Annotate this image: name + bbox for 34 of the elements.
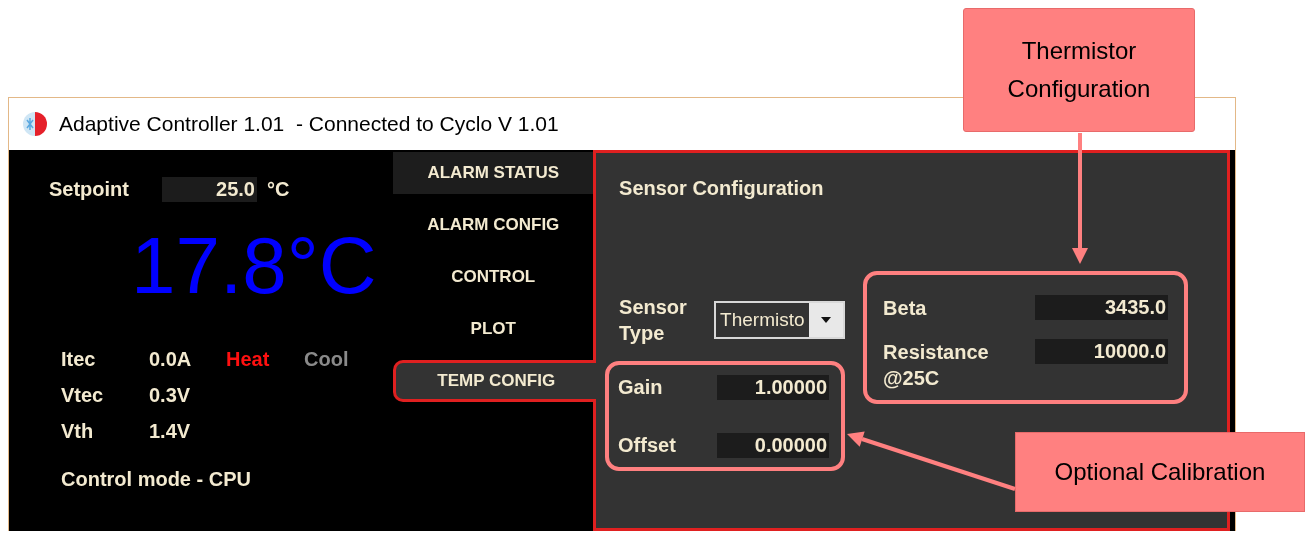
app-icon: [21, 110, 49, 138]
control-mode-text: Control mode - CPU: [61, 467, 251, 492]
mode-indicator: Heat: [226, 347, 271, 372]
tab[interactable]: PLOT: [393, 308, 594, 350]
reading-value: 0.3V: [149, 383, 192, 408]
reading-label: Vtec: [61, 383, 105, 408]
panel-title: Sensor Configuration: [619, 176, 824, 201]
field-label: Beta: [883, 296, 928, 321]
setpoint-field[interactable]: 25.0: [162, 176, 257, 202]
sensor-type-label: Sensor Type: [619, 295, 688, 346]
callout: Thermistor Configuration: [963, 8, 1195, 132]
setpoint-label: Setpoint: [49, 177, 130, 202]
reading-label: Itec: [61, 347, 97, 372]
field-label: Gain: [618, 375, 664, 400]
tab[interactable]: CONTROL: [393, 256, 594, 298]
caret-icon: [821, 317, 832, 323]
field-label: Resistance @25C: [883, 340, 990, 391]
field-label: Offset: [618, 433, 677, 458]
tab[interactable]: ALARM CONFIG: [393, 204, 594, 246]
input-field[interactable]: 0.00000: [717, 432, 830, 458]
temperature-reading: 17.8°C: [131, 226, 377, 306]
unit-label: °C: [267, 177, 290, 202]
tab[interactable]: TEMP CONFIG: [393, 360, 597, 402]
reading-label: Vth: [61, 419, 95, 444]
mode-indicator: Cool: [304, 347, 350, 372]
reading-value: 0.0A: [149, 347, 193, 372]
tab[interactable]: ALARM STATUS: [393, 152, 594, 194]
input-field[interactable]: 3435.0: [1035, 295, 1169, 320]
input-field[interactable]: 10000.0: [1035, 339, 1169, 364]
callout: Optional Calibration: [1015, 432, 1305, 512]
window-title: Adaptive Controller 1.01 - Connected to Cyclo V 1.01: [59, 111, 559, 138]
sensor-type-dropdown[interactable]: Thermisto: [714, 301, 846, 339]
reading-value: 1.4V: [149, 419, 192, 444]
input-field[interactable]: 1.00000: [717, 374, 830, 400]
